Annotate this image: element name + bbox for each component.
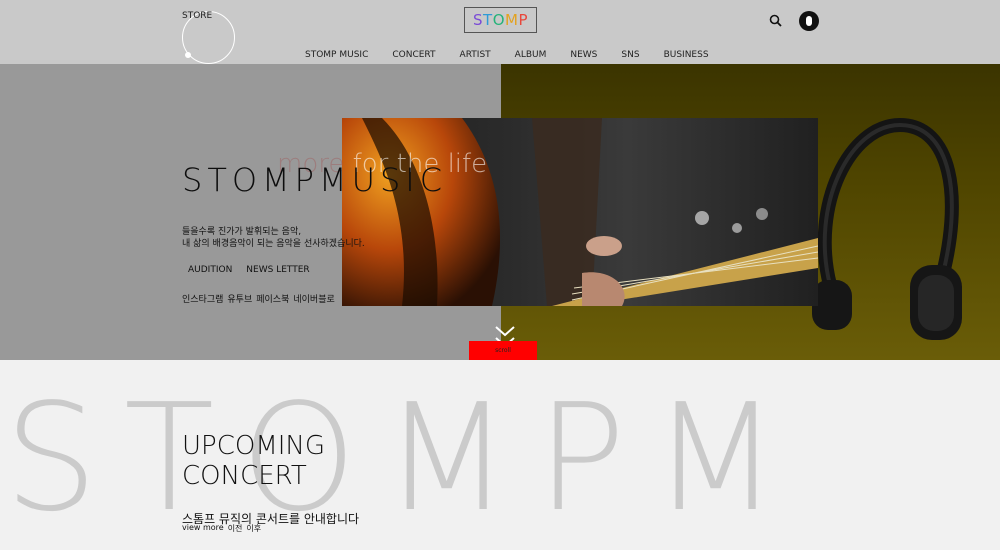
logo-letter: O bbox=[492, 11, 505, 29]
logo-letter: S bbox=[472, 11, 484, 29]
nav-item-artist[interactable]: ARTIST bbox=[460, 50, 491, 60]
main-nav: STOMP MUSIC CONCERT ARTIST ALBUM NEWS SN… bbox=[305, 50, 733, 60]
logo-letter: P bbox=[518, 11, 528, 29]
instagram-link[interactable]: 인스타그램 bbox=[182, 292, 223, 305]
hero-desc-line: 들을수록 진가가 발휘되는 음악, bbox=[182, 227, 302, 237]
concert-heading-line: UPCOMING bbox=[182, 431, 326, 461]
scroll-button[interactable]: scroll bbox=[469, 341, 537, 360]
naver-blog-link[interactable]: 네이버블로 bbox=[293, 292, 334, 305]
hero-desc-line: 내 삶의 배경음악이 되는 음악을 선사하겠습니다. bbox=[182, 239, 365, 249]
stomp-logo[interactable]: S T O M P bbox=[464, 7, 537, 33]
store-link[interactable]: STORE bbox=[182, 11, 212, 21]
facebook-link[interactable]: 페이스북 bbox=[256, 292, 289, 305]
store-dot bbox=[185, 52, 191, 58]
nav-item-news[interactable]: NEWS bbox=[570, 50, 597, 60]
news-letter-link[interactable]: NEWS LETTER bbox=[246, 265, 309, 275]
prev-link[interactable]: 이전 bbox=[228, 523, 243, 534]
nav-item-concert[interactable]: CONCERT bbox=[392, 50, 435, 60]
hero-links: AUDITION NEWS LETTER bbox=[188, 265, 324, 275]
youtube-link[interactable]: 유투브 bbox=[227, 292, 252, 305]
logo-letter: M bbox=[505, 11, 519, 29]
concert-heading: UPCOMING CONCERT bbox=[182, 431, 325, 491]
user-icon[interactable] bbox=[799, 11, 819, 31]
nav-item-sns[interactable]: SNS bbox=[621, 50, 639, 60]
nav-item-album[interactable]: ALBUM bbox=[515, 50, 547, 60]
concert-heading-line: CONCERT bbox=[182, 461, 307, 491]
guitar-photo bbox=[342, 118, 818, 306]
concert-more-links: view more 이전 이후 bbox=[182, 523, 265, 534]
nav-item-business[interactable]: BUSINESS bbox=[664, 50, 709, 60]
audition-link[interactable]: AUDITION bbox=[188, 265, 232, 275]
logo-letter: T bbox=[483, 11, 493, 29]
nav-item-stomp-music[interactable]: STOMP MUSIC bbox=[305, 50, 368, 60]
view-more-link[interactable]: view more bbox=[182, 523, 224, 534]
background-word: STOMPM bbox=[4, 372, 806, 544]
site-header: STORE S T O M P STOMP MUSIC CONCERT ARTI… bbox=[0, 0, 1000, 64]
search-icon[interactable] bbox=[768, 13, 784, 29]
next-link[interactable]: 이후 bbox=[246, 523, 261, 534]
hero-description: 들을수록 진가가 발휘되는 음악, 내 삶의 배경음악이 되는 음악을 선사하겠… bbox=[182, 226, 365, 250]
social-links: 인스타그램 유투브 페이스북 네이버블로 bbox=[182, 292, 339, 305]
hero-title: STOMPMUSIC bbox=[182, 161, 448, 199]
